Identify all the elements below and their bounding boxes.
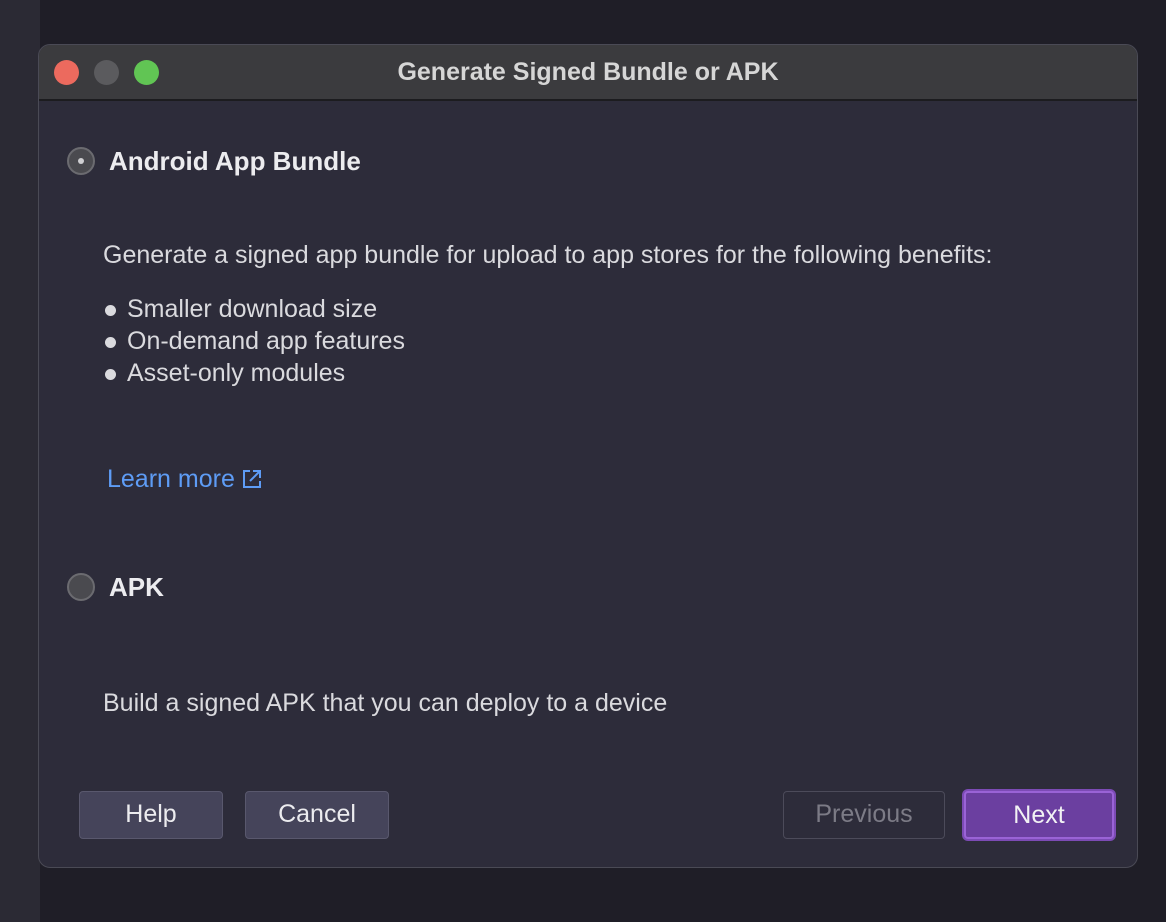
external-link-icon [242, 470, 261, 488]
window-title: Generate Signed Bundle or APK [397, 58, 779, 86]
generate-signed-bundle-dialog: Generate Signed Bundle or APK Android Ap… [38, 44, 1138, 868]
help-button[interactable]: Help [79, 791, 223, 839]
learn-more-label: Learn more [107, 465, 235, 493]
apk-radio[interactable] [67, 573, 95, 601]
benefit-item: On-demand app features [103, 325, 405, 357]
cancel-button[interactable]: Cancel [245, 791, 389, 839]
next-button[interactable]: Next [964, 791, 1114, 839]
benefit-item: Asset-only modules [103, 357, 405, 389]
learn-more-link[interactable]: Learn more [107, 465, 263, 494]
bundle-benefits-list: Smaller download size On-demand app feat… [103, 293, 405, 389]
bundle-description: Generate a signed app bundle for upload … [103, 241, 993, 269]
android-app-bundle-label[interactable]: Android App Bundle [109, 146, 361, 177]
apk-label[interactable]: APK [109, 572, 164, 603]
title-bar: Generate Signed Bundle or APK [39, 45, 1137, 101]
background-window-edge [0, 0, 40, 922]
apk-description: Build a signed APK that you can deploy t… [103, 689, 668, 717]
android-app-bundle-radio[interactable] [67, 147, 95, 175]
previous-button[interactable]: Previous [783, 791, 945, 839]
benefit-item: Smaller download size [103, 293, 405, 325]
